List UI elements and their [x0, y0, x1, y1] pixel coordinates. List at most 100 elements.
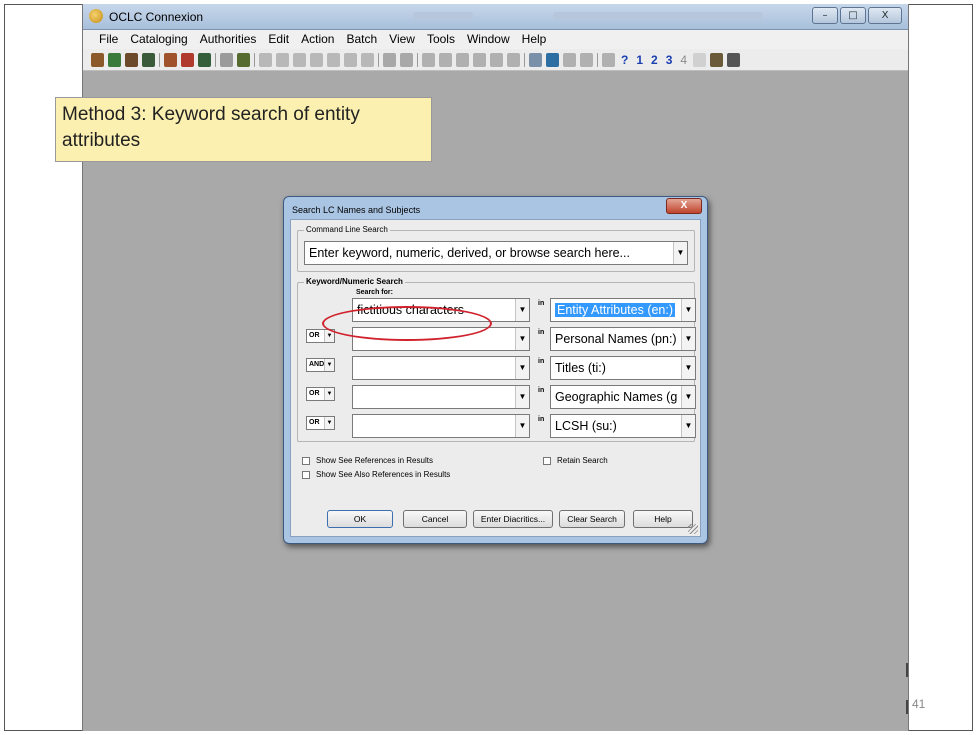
toolbar-tool-icon[interactable] [142, 52, 155, 67]
toolbar-button-2[interactable]: 2 [649, 53, 660, 67]
toolbar-tool-icon[interactable] [91, 52, 104, 67]
chevron-down-icon[interactable]: ▼ [681, 328, 695, 350]
in-label: in [538, 329, 545, 336]
index-select-4[interactable]: Geographic Names (g ▼ [550, 385, 696, 409]
chevron-down-icon[interactable]: ▼ [515, 328, 529, 350]
dialog-body: Command Line Search Enter keyword, numer… [290, 219, 701, 537]
menu-view[interactable]: View [383, 30, 421, 49]
menu-cataloging[interactable]: Cataloging [124, 30, 193, 49]
toolbar-tool-icon[interactable] [310, 52, 323, 67]
toolbar-tool-icon[interactable] [293, 52, 306, 67]
toolbar-tool-icon[interactable] [422, 52, 435, 67]
toolbar-button-4[interactable]: 4 [678, 53, 689, 67]
toolbar: ? 1 2 3 4 [83, 49, 908, 71]
chevron-down-icon[interactable]: ▼ [515, 415, 529, 437]
help-button[interactable]: Help [633, 510, 693, 528]
toolbar-tool-icon[interactable] [563, 52, 576, 67]
index-select-5[interactable]: LCSH (su:) ▼ [550, 414, 696, 438]
resize-grip-icon[interactable] [688, 524, 698, 534]
toolbar-button-3[interactable]: 3 [664, 53, 675, 67]
toolbar-tool-icon[interactable] [602, 52, 615, 67]
index-select-3[interactable]: Titles (ti:) ▼ [550, 356, 696, 380]
toolbar-tool-icon[interactable] [220, 52, 233, 67]
chevron-down-icon[interactable]: ▼ [681, 386, 695, 408]
chevron-down-icon[interactable]: ▼ [681, 415, 695, 437]
toolbar-tool-icon[interactable] [344, 52, 357, 67]
index-select-3-text: Titles (ti:) [555, 361, 606, 375]
menu-batch[interactable]: Batch [340, 30, 383, 49]
toolbar-tool-icon[interactable] [108, 52, 121, 67]
dialog-title: Search LC Names and Subjects [292, 205, 421, 215]
search-term-3[interactable]: ▼ [352, 356, 530, 380]
index-select-1-text: Entity Attributes (en:) [555, 303, 676, 317]
toolbar-tool-icon[interactable] [383, 52, 396, 67]
toolbar-tool-icon[interactable] [473, 52, 486, 67]
toolbar-tool-icon[interactable] [490, 52, 503, 67]
show-see-also-refs-label: Show See Also References in Results [316, 470, 451, 479]
toolbar-tool-icon[interactable] [529, 52, 542, 67]
chevron-down-icon[interactable]: ▼ [681, 299, 695, 321]
toolbar-tool-icon[interactable] [164, 52, 177, 67]
operator-select-5[interactable]: OR ▼ [306, 416, 335, 430]
command-line-legend: Command Line Search [304, 225, 390, 234]
toolbar-tool-icon[interactable] [361, 52, 374, 67]
show-see-also-refs-option[interactable]: Show See Also References in Results [302, 470, 450, 479]
menu-file[interactable]: File [93, 30, 124, 49]
command-line-input[interactable]: Enter keyword, numeric, derived, or brow… [304, 241, 688, 265]
toolbar-tool-icon[interactable] [710, 52, 724, 67]
clear-search-button[interactable]: Clear Search [559, 510, 625, 528]
index-select-5-text: LCSH (su:) [555, 419, 617, 433]
toolbar-tool-icon[interactable] [327, 52, 340, 67]
toolbar-tool-icon[interactable] [546, 52, 559, 67]
index-select-2[interactable]: Personal Names (pn:) ▼ [550, 327, 696, 351]
toolbar-tool-icon[interactable] [439, 52, 452, 67]
index-select-1[interactable]: Entity Attributes (en:) ▼ [550, 298, 696, 322]
chevron-down-icon[interactable]: ▼ [681, 357, 695, 379]
chevron-down-icon[interactable]: ▼ [324, 388, 334, 400]
toolbar-tool-icon[interactable] [456, 52, 469, 67]
search-term-5[interactable]: ▼ [352, 414, 530, 438]
show-see-refs-option[interactable]: Show See References in Results [302, 456, 433, 465]
search-term-4[interactable]: ▼ [352, 385, 530, 409]
menu-action[interactable]: Action [295, 30, 340, 49]
help-question-icon[interactable]: ? [619, 53, 630, 67]
retain-search-option[interactable]: Retain Search [543, 456, 608, 465]
menu-edit[interactable]: Edit [262, 30, 295, 49]
toolbar-tool-icon[interactable] [727, 52, 741, 67]
retain-search-checkbox[interactable] [543, 456, 551, 465]
toolbar-tool-icon[interactable] [125, 52, 138, 67]
menu-tools[interactable]: Tools [421, 30, 461, 49]
chevron-down-icon[interactable]: ▼ [324, 359, 334, 371]
ok-button[interactable]: OK [327, 510, 393, 528]
menu-window[interactable]: Window [461, 30, 516, 49]
toolbar-tool-icon[interactable] [693, 52, 707, 67]
chevron-down-icon[interactable]: ▼ [673, 242, 687, 264]
toolbar-button-1[interactable]: 1 [634, 53, 645, 67]
toolbar-tool-icon[interactable] [237, 52, 250, 67]
chevron-down-icon[interactable]: ▼ [515, 386, 529, 408]
dialog-close-button[interactable]: X [666, 198, 702, 214]
maximize-button[interactable]: □ [840, 7, 866, 24]
chevron-down-icon[interactable]: ▼ [515, 299, 529, 321]
show-see-also-refs-checkbox[interactable] [302, 470, 310, 479]
show-see-refs-checkbox[interactable] [302, 456, 310, 465]
toolbar-tool-icon[interactable] [400, 52, 413, 67]
toolbar-tool-icon[interactable] [276, 52, 289, 67]
operator-select-3[interactable]: AND ▼ [306, 358, 335, 372]
enter-diacritics-button[interactable]: Enter Diacritics... [473, 510, 553, 528]
toolbar-tool-icon[interactable] [198, 52, 211, 67]
menu-authorities[interactable]: Authorities [194, 30, 263, 49]
toolbar-tool-icon[interactable] [580, 52, 593, 67]
toolbar-tool-icon[interactable] [507, 52, 520, 67]
operator-select-4[interactable]: OR ▼ [306, 387, 335, 401]
chevron-down-icon[interactable]: ▼ [324, 417, 334, 429]
cancel-button[interactable]: Cancel [403, 510, 467, 528]
menu-help[interactable]: Help [516, 30, 553, 49]
toolbar-tool-icon[interactable] [259, 52, 272, 67]
minimize-button[interactable]: – [812, 7, 838, 24]
toolbar-tool-icon[interactable] [181, 52, 194, 67]
toolbar-separator [524, 52, 525, 67]
chevron-down-icon[interactable]: ▼ [515, 357, 529, 379]
title-bar: OCLC Connexion – □ X [83, 4, 908, 30]
close-window-button[interactable]: X [868, 7, 902, 24]
